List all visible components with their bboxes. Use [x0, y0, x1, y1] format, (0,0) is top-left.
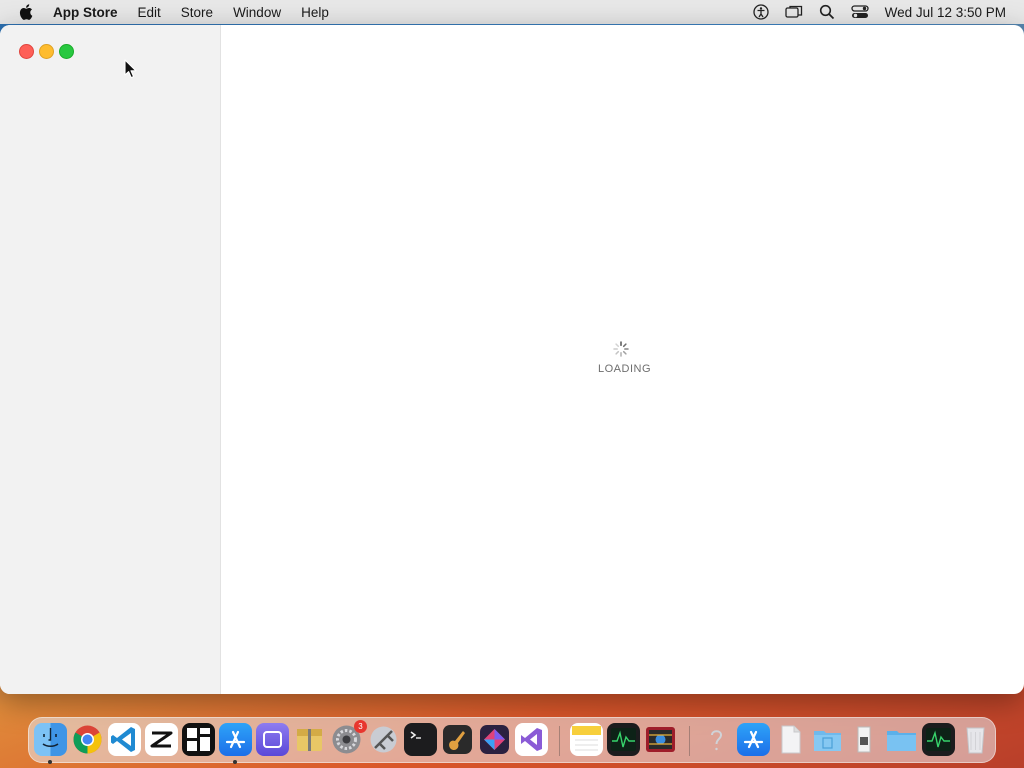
dock-separator — [559, 726, 560, 756]
system-settings-icon[interactable]: 3 — [330, 720, 367, 756]
rectangle-icon[interactable] — [256, 723, 289, 756]
main-content: LOADING — [221, 25, 1024, 694]
accessibility-icon[interactable] — [752, 3, 770, 21]
terminal-icon[interactable] — [404, 723, 437, 756]
menu-store[interactable]: Store — [181, 5, 213, 20]
document-icon[interactable] — [774, 723, 807, 756]
control-center-icon[interactable] — [851, 3, 869, 21]
trash-icon[interactable] — [959, 723, 992, 756]
garageband-icon[interactable] — [441, 723, 474, 756]
sidebar — [0, 25, 221, 694]
app-store-window: LOADING — [0, 25, 1024, 694]
loading-label: LOADING — [598, 363, 652, 375]
affinity-icon[interactable] — [478, 723, 511, 756]
directory-utility-icon[interactable] — [367, 723, 400, 756]
menu-window[interactable]: Window — [233, 5, 281, 20]
app-store-2-icon[interactable] — [737, 723, 770, 756]
spotlight-search-icon[interactable] — [818, 3, 836, 21]
finder-running-indicator — [48, 760, 52, 764]
dock: 3 — [28, 717, 996, 764]
photo-booth-icon[interactable] — [644, 723, 677, 756]
minimize-button[interactable] — [39, 44, 54, 59]
menubar-clock[interactable]: Wed Jul 12 3:50 PM — [885, 5, 1006, 20]
activity-monitor-icon[interactable] — [607, 723, 640, 756]
settings-badge: 3 — [354, 720, 367, 733]
finder-icon[interactable] — [34, 723, 67, 756]
folder-app-icon[interactable] — [811, 723, 844, 756]
loading-indicator: LOADING — [598, 341, 652, 375]
maximize-button[interactable] — [59, 44, 74, 59]
screen-mirroring-icon[interactable] — [785, 3, 803, 21]
chrome-icon[interactable] — [71, 723, 104, 756]
dock-separator-2 — [689, 726, 690, 756]
vscode-icon[interactable] — [108, 723, 141, 756]
notes-icon[interactable] — [570, 723, 603, 756]
spinner-icon — [613, 341, 629, 357]
menu-edit[interactable]: Edit — [138, 5, 161, 20]
mosaic-icon[interactable] — [182, 723, 215, 756]
mouse-cursor-icon — [124, 59, 137, 79]
downloads-folder-icon[interactable] — [885, 723, 918, 756]
preview-file-icon[interactable] — [848, 723, 881, 756]
menu-help[interactable]: Help — [301, 5, 329, 20]
menu-bar: App Store Edit Store Window Help Wed Jul… — [0, 0, 1024, 24]
close-button[interactable] — [19, 44, 34, 59]
activity-monitor-2-icon[interactable] — [922, 723, 955, 756]
visual-studio-icon[interactable] — [515, 723, 548, 756]
apple-menu-icon[interactable] — [18, 4, 34, 20]
capcut-icon[interactable] — [145, 723, 178, 756]
app-store-icon[interactable] — [219, 723, 252, 756]
app-name-menu[interactable]: App Store — [53, 5, 118, 20]
archive-utility-icon[interactable] — [293, 723, 326, 756]
help-icon[interactable] — [700, 723, 733, 756]
app-store-running-indicator — [233, 760, 237, 764]
